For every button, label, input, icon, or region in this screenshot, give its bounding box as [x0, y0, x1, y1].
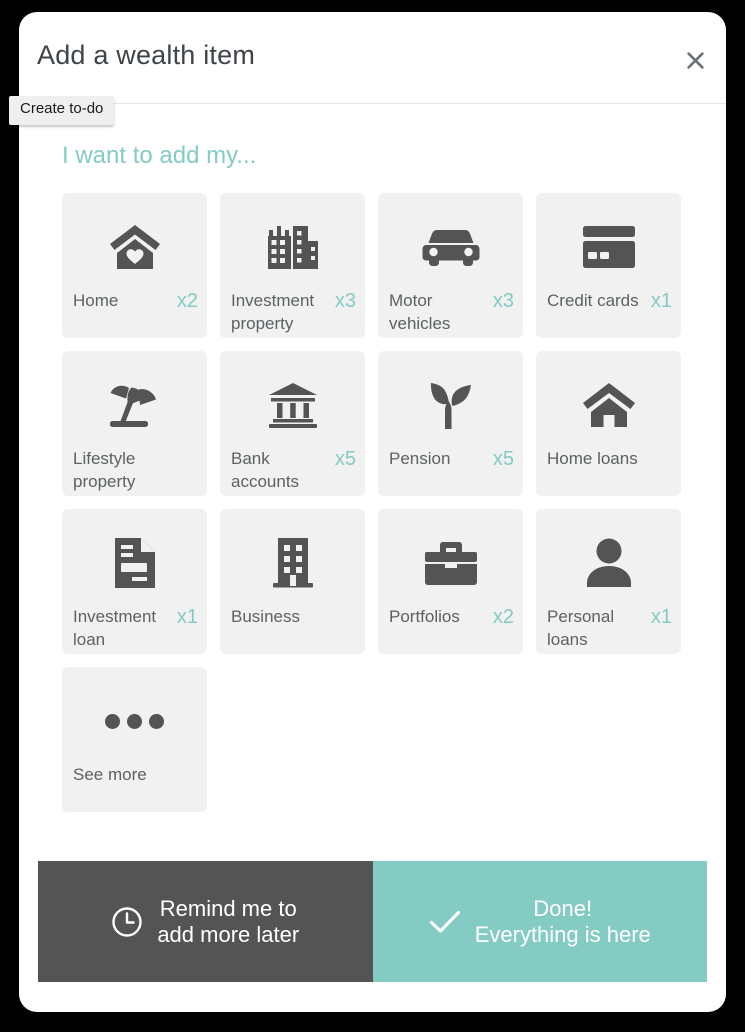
ellipsis-dots	[105, 713, 164, 729]
wealth-card-credit-cards[interactable]: Credit cards x1	[536, 193, 681, 338]
car-icon	[378, 219, 523, 275]
page-title: Add a wealth item	[37, 40, 256, 70]
dialog-action-bar: Remind me to add more later Done! Everyt…	[38, 861, 707, 982]
wealth-card-portfolios[interactable]: Portfolios x2	[378, 509, 523, 654]
card-label: Bank accounts	[231, 449, 300, 492]
bank-icon	[220, 377, 365, 433]
card-count: x3	[334, 290, 356, 312]
briefcase-icon	[378, 535, 523, 591]
card-label: Credit cards	[547, 291, 639, 310]
remind-me-later-label: Remind me to add more later	[157, 896, 299, 948]
card-count: x5	[334, 448, 356, 470]
create-todo-tooltip[interactable]: Create to-do	[9, 96, 115, 125]
done-button[interactable]: Done! Everything is here	[372, 861, 707, 982]
seedling-icon	[378, 377, 523, 433]
wealth-card-pension[interactable]: Pension x5	[378, 351, 523, 496]
card-label: Business	[231, 607, 300, 626]
home-heart-icon	[62, 219, 207, 275]
card-count: x5	[492, 448, 514, 470]
wealth-card-home-loans[interactable]: Home loans	[536, 351, 681, 496]
card-count: x3	[492, 290, 514, 312]
remind-line-1: Remind me to	[159, 895, 297, 921]
card-footer: Investment loan x1	[73, 605, 198, 652]
remind-me-later-button[interactable]: Remind me to add more later	[38, 861, 373, 982]
card-count: x2	[492, 606, 514, 628]
card-label: Motor vehicles	[389, 291, 451, 334]
building-icon	[220, 535, 365, 591]
card-footer: Bank accounts x5	[231, 447, 356, 494]
wealth-card-see-more[interactable]: See more	[62, 667, 207, 812]
card-footer: Investment property x3	[231, 289, 356, 336]
person-icon	[536, 535, 681, 591]
remind-line-2: add more later	[157, 921, 300, 947]
card-footer: Portfolios x2	[389, 605, 514, 629]
document-icon	[62, 535, 207, 591]
card-footer: Motor vehicles x3	[389, 289, 514, 336]
dialog-body: I want to add my... Home x2 Investment p…	[19, 142, 726, 812]
card-label: Pension	[389, 449, 451, 468]
done-line-2: Everything is here	[474, 921, 651, 947]
wealth-card-motor-vehicles[interactable]: Motor vehicles x3	[378, 193, 523, 338]
wealth-card-lifestyle-property[interactable]: Lifestyle property	[62, 351, 207, 496]
wealth-card-investment-property[interactable]: Investment property x3	[220, 193, 365, 338]
office-buildings-icon	[220, 219, 365, 275]
card-label: Lifestyle property	[73, 449, 136, 492]
beach-umbrella-icon	[62, 377, 207, 433]
card-footer: Personal loans x1	[547, 605, 672, 652]
done-line-1: Done!	[533, 895, 593, 921]
house-icon	[536, 377, 681, 433]
screen: Add a wealth item I want to add my... Ho…	[0, 0, 745, 1032]
wealth-card-home[interactable]: Home x2	[62, 193, 207, 338]
close-icon[interactable]	[680, 45, 710, 75]
card-count: x1	[176, 606, 198, 628]
add-wealth-item-dialog: Add a wealth item I want to add my... Ho…	[19, 12, 726, 1012]
card-footer: See more	[73, 763, 198, 786]
card-label: Portfolios	[389, 607, 460, 626]
check-icon	[429, 909, 461, 935]
card-count: x2	[176, 290, 198, 312]
card-count: x1	[650, 606, 672, 628]
card-label: Home loans	[547, 449, 638, 468]
clock-icon	[111, 906, 143, 938]
card-footer: Pension x5	[389, 447, 514, 471]
wealth-item-grid: Home x2 Investment property x3 Motor veh…	[62, 193, 682, 812]
card-label: Investment property	[231, 291, 315, 334]
card-footer: Lifestyle property	[73, 447, 198, 494]
card-footer: Home x2	[73, 289, 198, 313]
wealth-card-investment-loan[interactable]: Investment loan x1	[62, 509, 207, 654]
card-footer: Business	[231, 605, 356, 628]
ellipsis-icon	[62, 693, 207, 749]
card-label: Investment loan	[73, 607, 157, 650]
credit-card-icon	[536, 219, 681, 275]
card-label: Home	[73, 291, 119, 310]
prompt-heading: I want to add my...	[62, 142, 257, 169]
card-label: Personal loans	[547, 607, 615, 650]
card-count: x1	[650, 290, 672, 312]
dialog-header: Add a wealth item	[19, 12, 726, 104]
card-footer: Credit cards x1	[547, 289, 672, 313]
card-label: See more	[73, 765, 147, 784]
wealth-card-bank-accounts[interactable]: Bank accounts x5	[220, 351, 365, 496]
done-label: Done! Everything is here	[475, 896, 651, 948]
wealth-card-business[interactable]: Business	[220, 509, 365, 654]
wealth-card-personal-loans[interactable]: Personal loans x1	[536, 509, 681, 654]
card-footer: Home loans	[547, 447, 672, 470]
